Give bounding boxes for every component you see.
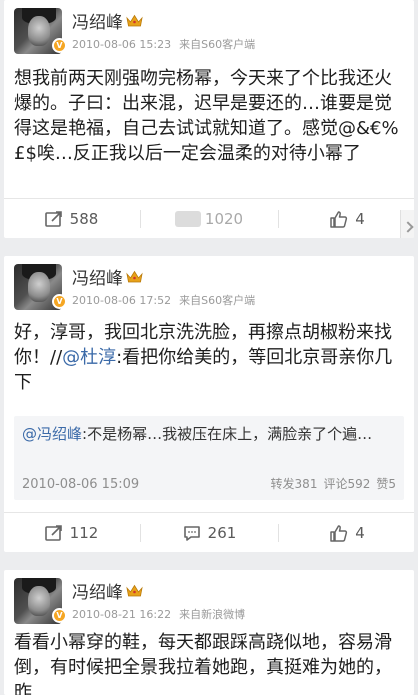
repost-icon (44, 525, 62, 541)
repost-button[interactable]: 112 (4, 513, 138, 552)
like-button[interactable]: 4 (280, 199, 414, 238)
comment-icon (174, 211, 201, 227)
post-time: 2010-08-06 15:23 (72, 38, 172, 51)
post-text: 好，淳哥，我回北京洗洗脸，再擦点胡椒粉来找你！//@杜淳:看把你给美的，等回北京… (14, 322, 393, 393)
repost-icon (44, 211, 62, 227)
divider (140, 210, 141, 228)
username[interactable]: 冯绍峰 (72, 578, 143, 603)
mention-link[interactable]: @冯绍峰 (22, 425, 82, 443)
post-actions: 112 261 4 (4, 512, 414, 552)
post-actions: 588 1020 4 (4, 198, 414, 238)
post-time: 2010-08-06 17:52 (72, 294, 172, 307)
repost-button[interactable]: 588 (4, 199, 138, 238)
verified-badge-icon: V (52, 608, 67, 623)
weibo-post: V 冯绍峰 2010-08-21 16:22 来自新浪微博 看看小幂穿的鞋，每天都… (4, 570, 414, 695)
verified-badge-icon: V (52, 38, 67, 53)
comment-button[interactable]: 261 (142, 513, 276, 552)
like-button[interactable]: 4 (280, 513, 414, 552)
post-header: V 冯绍峰 2010-08-21 16:22 来自新浪微博 (4, 570, 414, 632)
post-source: 来自S60客户端 (179, 38, 256, 51)
divider (140, 524, 141, 542)
divider (278, 524, 279, 542)
weibo-post: V 冯绍峰 2010-08-06 17:52 来自S60客户端 好，淳哥，我回北京… (4, 256, 414, 552)
verified-badge-icon: V (52, 294, 67, 309)
repost-block[interactable]: @冯绍峰:不是杨幂…我被压在床上，满脸亲了个遍… 2010-08-06 15:0… (14, 416, 404, 500)
weibo-post: V 冯绍峰 2010-08-06 15:23 来自S60客户端 想我前两天刚强吻完… (4, 0, 414, 238)
divider (278, 210, 279, 228)
post-meta: 2010-08-21 16:22 来自新浪微博 (72, 606, 245, 622)
username[interactable]: 冯绍峰 (72, 8, 143, 33)
repost-meta: 2010-08-06 15:09 转发381 评论592 赞5 (22, 477, 396, 492)
crown-icon (126, 12, 143, 27)
comment-icon (183, 526, 200, 541)
post-time: 2010-08-21 16:22 (72, 608, 172, 621)
repost-time: 2010-08-06 15:09 (22, 477, 140, 492)
username[interactable]: 冯绍峰 (72, 264, 143, 289)
side-scroll-handle[interactable] (400, 210, 414, 238)
repost-stats: 转发381 评论592 赞5 (270, 477, 396, 491)
comment-button[interactable]: 1020 (142, 199, 276, 238)
mention-link[interactable]: @杜淳 (62, 347, 116, 368)
post-source: 来自S60客户端 (179, 294, 256, 307)
post-text: 看看小幂穿的鞋，每天都跟踩高跷似地，容易滑倒，有时候把全景我拉着她跑，真挺难为她… (14, 632, 392, 695)
post-header: V 冯绍峰 2010-08-06 17:52 来自S60客户端 (4, 256, 414, 318)
crown-icon (126, 582, 143, 597)
thumbs-up-icon (330, 525, 348, 542)
post-header: V 冯绍峰 2010-08-06 15:23 来自S60客户端 (4, 0, 414, 62)
post-meta: 2010-08-06 17:52 来自S60客户端 (72, 292, 255, 308)
post-source: 来自新浪微博 (179, 608, 246, 621)
post-text: 想我前两天刚强吻完杨幂，今天来了个比我还火爆的。子曰：出来混，迟早是要还的…谁要… (14, 68, 399, 164)
post-meta: 2010-08-06 15:23 来自S60客户端 (72, 36, 255, 52)
crown-icon (126, 268, 143, 283)
thumbs-up-icon (330, 211, 348, 228)
repost-text: @冯绍峰:不是杨幂…我被压在床上，满脸亲了个遍… (22, 425, 373, 443)
